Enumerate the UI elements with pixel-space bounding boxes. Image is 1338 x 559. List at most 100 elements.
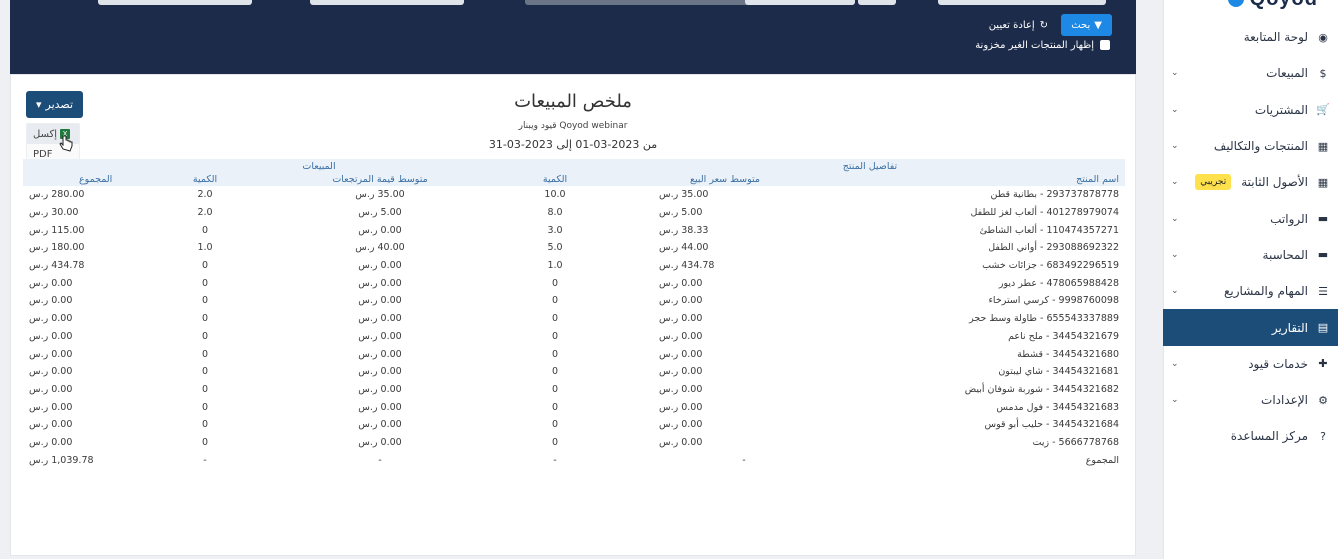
- cell-total: 0.00 ر.س: [29, 366, 73, 378]
- cell-avg-returns: 0.00 ر.س: [358, 383, 402, 395]
- cell-avg-returns: 0.00 ر.س: [358, 277, 402, 289]
- help-icon: ?: [1320, 429, 1326, 443]
- sidebar-item-label: المنتجات والتكاليف: [1213, 139, 1308, 154]
- cell-returns-qty: 1.0: [197, 242, 213, 254]
- cell-product-name: 9998760098 - كرسي استرخاء: [988, 295, 1119, 307]
- cell-returns-qty: 0: [201, 383, 209, 395]
- chevron-down-icon[interactable]: ⌄: [1171, 177, 1179, 187]
- cell-total: 0.00 ر.س: [29, 295, 73, 307]
- report-icon: ▤: [1317, 321, 1329, 335]
- filter-fields-edge: [10, 0, 1136, 6]
- cell-product-name: 683492296519 - جزائات خشب: [982, 260, 1119, 272]
- sidebar-item-3[interactable]: ▦ المنتجات والتكاليف ⌄: [1163, 128, 1338, 164]
- cell-returns-qty: 0: [201, 313, 209, 325]
- cell-qty: 10.0: [544, 189, 566, 201]
- sidebar-item-11[interactable]: ? مركز المساعدة: [1163, 418, 1338, 454]
- logo-text: Qoyod: [1250, 0, 1318, 11]
- cell-avg-price: 0.00 ر.س: [659, 348, 703, 360]
- cell-returns-qty: 0: [201, 224, 209, 236]
- cell-avg-returns: 0.00 ر.س: [358, 419, 402, 431]
- folder-icon: ▬: [1317, 248, 1329, 262]
- table-total-row: المجموع - - - - 1,039.78 ر.س: [23, 451, 1125, 469]
- cell-avg-price: 0.00 ر.س: [659, 366, 703, 378]
- reset-button[interactable]: ↻ إعادة تعيين: [989, 14, 1048, 36]
- cell-returns-qty: 0: [201, 436, 209, 448]
- cell-product-name: 478065988428 - عطر ديور: [998, 277, 1119, 289]
- cell-avg-returns: 0.00 ر.س: [358, 436, 402, 448]
- cell-avg-returns: 0.00 ر.س: [358, 366, 402, 378]
- cell-qty: 0: [551, 313, 559, 325]
- cell-avg-returns: 35.00 ر.س: [355, 189, 405, 201]
- show-unstocked-checkbox[interactable]: [1100, 40, 1110, 50]
- beta-badge: تجريبي: [1195, 174, 1232, 191]
- cell-avg-price: -: [742, 454, 746, 466]
- cell-avg-returns: 0.00 ر.س: [358, 313, 402, 325]
- cell-product-name: 401278979074 - ألعاب لغز للطفل: [970, 207, 1119, 219]
- col-returns-qty: الكمية: [145, 173, 265, 186]
- cell-avg-price: 0.00 ر.س: [659, 419, 703, 431]
- puzzle-icon: ✚: [1318, 357, 1328, 371]
- grid-icon: ▦: [1317, 175, 1329, 189]
- chevron-down-icon[interactable]: ⌄: [1171, 250, 1179, 260]
- filter-icon: ▼: [1094, 19, 1102, 31]
- filter-panel: ▼ بحث ↻ إعادة تعيين إظهار المنتجات الغير…: [10, 0, 1136, 74]
- cell-qty: 8.0: [547, 207, 563, 219]
- chevron-down-icon[interactable]: ⌄: [1171, 359, 1179, 369]
- table-row: 34454321684 - حليب أبو قوس 0.00 ر.س 0 0.00 …: [23, 416, 1125, 434]
- cell-returns-qty: 0: [201, 366, 209, 378]
- cell-total: 115.00 ر.س: [29, 224, 85, 236]
- table-row: 401278979074 - ألعاب لغز للطفل 5.00 ر.س 8.…: [23, 204, 1125, 222]
- chevron-down-icon[interactable]: ⌄: [1171, 395, 1179, 405]
- table-row: 34454321679 - ملح ناعم 0.00 ر.س 0 0.00 ر.س 0…: [23, 328, 1125, 346]
- show-unstocked-checkbox-row[interactable]: إظهار المنتجات الغير مخزونة: [975, 38, 1110, 52]
- chevron-down-icon[interactable]: ⌄: [1171, 286, 1179, 296]
- cell-avg-returns: 40.00 ر.س: [355, 242, 405, 254]
- cell-returns-qty: 0: [201, 419, 209, 431]
- cell-product-name: 34454321681 - شاي ليبتون: [998, 366, 1119, 378]
- cell-avg-price: 0.00 ر.س: [659, 330, 703, 342]
- sidebar-item-10[interactable]: ⚙ الإعدادات ⌄: [1163, 382, 1338, 418]
- cell-total: 30.00 ر.س: [29, 207, 79, 219]
- cell-avg-price: 0.00 ر.س: [659, 401, 703, 413]
- chevron-down-icon[interactable]: ⌄: [1171, 105, 1179, 115]
- cell-total: 180.00 ر.س: [29, 242, 85, 254]
- list-icon: ☰: [1318, 284, 1328, 298]
- sidebar-item-label: المبيعات: [1266, 66, 1308, 81]
- sidebar-item-9[interactable]: ✚ خدمات قيود ⌄: [1163, 346, 1338, 382]
- table-row: 34454321681 - شاي ليبتون 0.00 ر.س 0 0.00 ر.…: [23, 363, 1125, 381]
- cell-returns-qty: 0: [201, 260, 209, 272]
- chevron-down-icon[interactable]: ⌄: [1171, 214, 1179, 224]
- chevron-down-icon[interactable]: ⌄: [1171, 141, 1179, 151]
- cell-returns-qty: 0: [201, 401, 209, 413]
- cell-total: 1,039.78 ر.س: [29, 454, 94, 466]
- sidebar-item-4[interactable]: ▦ الأصول الثابتة تجريبي ⌄: [1163, 164, 1338, 200]
- cell-total: 280.00 ر.س: [29, 189, 85, 201]
- col-product-name: اسم المنتج: [835, 173, 1125, 186]
- cell-returns-qty: 0: [201, 330, 209, 342]
- sidebar-item-0[interactable]: ◉ لوحة المتابعة: [1163, 19, 1338, 55]
- sidebar-item-label: مركز المساعدة: [1230, 429, 1308, 444]
- cell-total: 0.00 ر.س: [29, 277, 73, 289]
- cell-avg-price: 434.78 ر.س: [659, 260, 715, 272]
- chevron-down-icon[interactable]: ⌄: [1171, 68, 1179, 78]
- cell-returns-qty: 2.0: [197, 189, 213, 201]
- sidebar-item-2[interactable]: 🛒 المشتريات ⌄: [1163, 92, 1338, 128]
- cell-returns-qty: 0: [201, 277, 209, 289]
- search-button[interactable]: ▼ بحث: [1061, 14, 1112, 36]
- cart-icon: 🛒: [1316, 103, 1330, 117]
- cell-avg-price: 38.33 ر.س: [659, 224, 709, 236]
- sidebar-item-1[interactable]: $ المبيعات ⌄: [1163, 55, 1338, 91]
- sidebar-item-label: المشتريات: [1254, 102, 1308, 117]
- cell-qty: 0: [551, 366, 559, 378]
- cell-avg-price: 5.00 ر.س: [659, 207, 703, 219]
- col-qty: الكمية: [495, 173, 615, 186]
- sidebar-item-6[interactable]: ▬ المحاسبة ⌄: [1163, 237, 1338, 273]
- sidebar-item-8[interactable]: ▤ التقارير: [1163, 309, 1338, 346]
- grid-icon: ▦: [1317, 139, 1329, 153]
- sidebar-item-7[interactable]: ☰ المهام والمشاريع ⌄: [1163, 273, 1338, 309]
- sidebar-item-label: التقارير: [1271, 320, 1308, 335]
- sidebar-item-5[interactable]: ▬ الرواتب ⌄: [1163, 200, 1338, 236]
- cell-qty: 0: [551, 277, 559, 289]
- cell-total: 0.00 ر.س: [29, 383, 73, 395]
- cell-qty: 0: [551, 348, 559, 360]
